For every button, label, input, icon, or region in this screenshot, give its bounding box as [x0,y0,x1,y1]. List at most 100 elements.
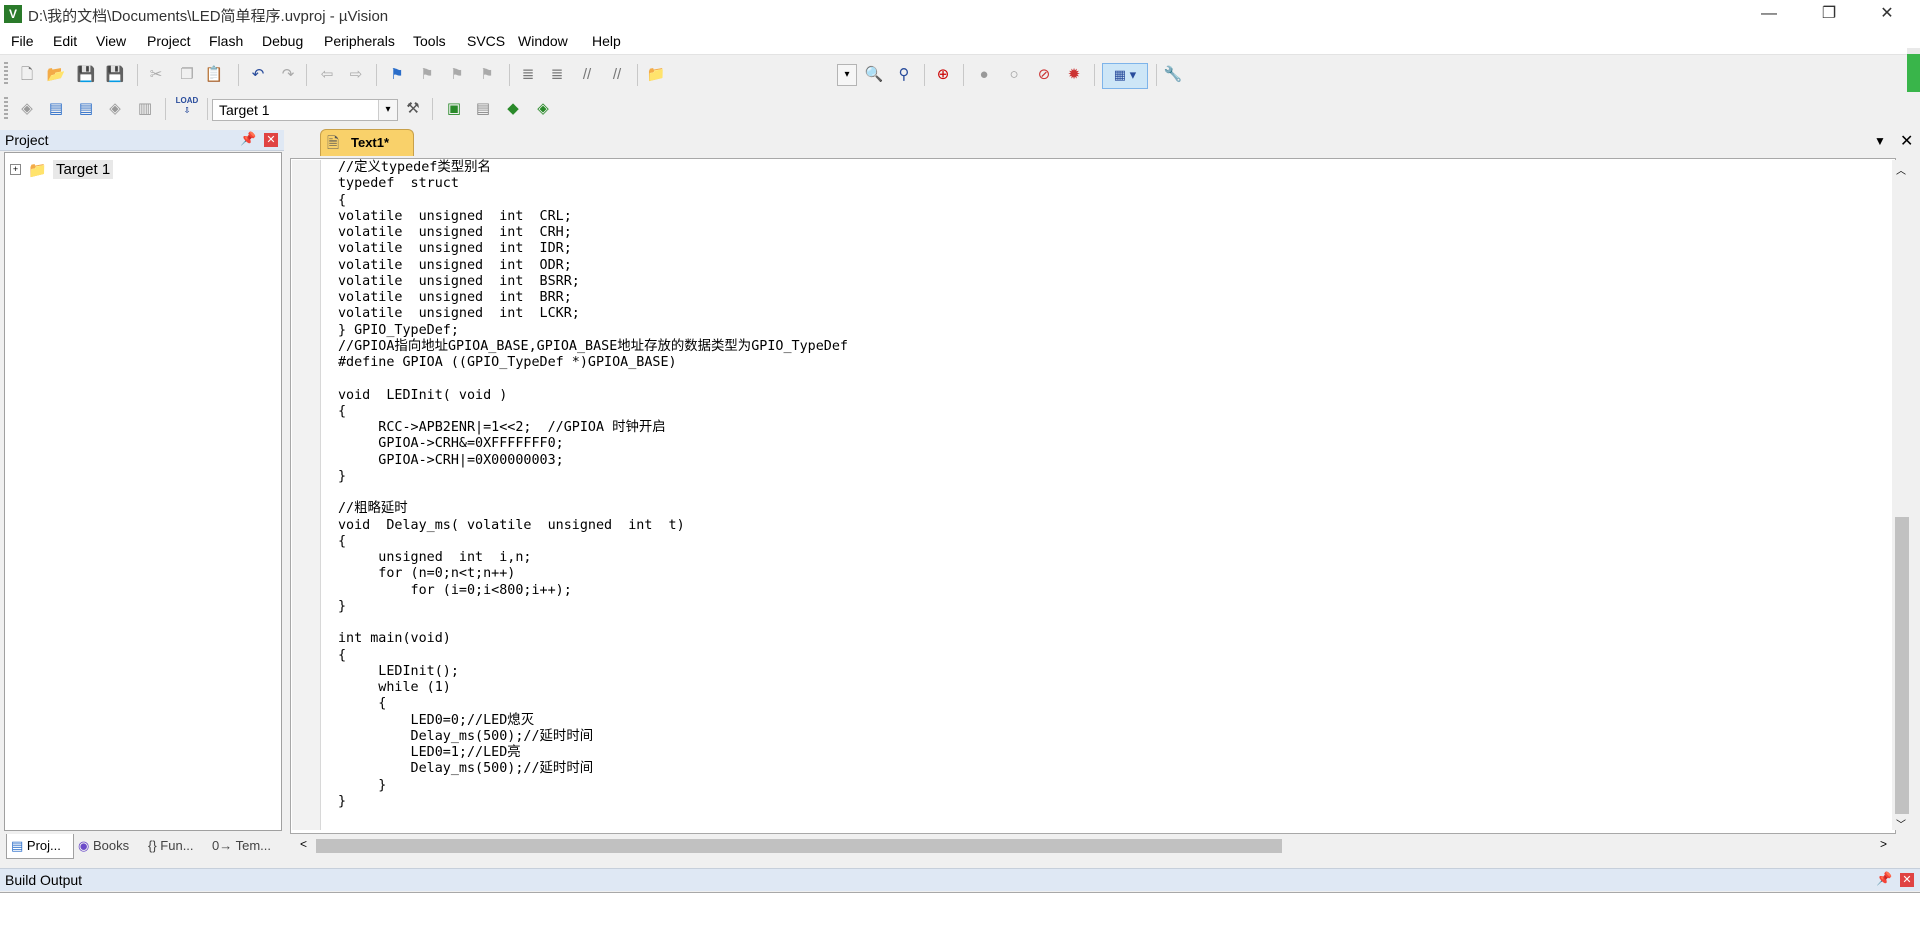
code-line[interactable]: { [338,696,848,712]
code-line[interactable]: void LEDInit( void ) [338,388,848,404]
close-editor-icon[interactable]: ✕ [1900,131,1913,151]
code-line[interactable] [338,615,848,631]
code-line[interactable]: while (1) [338,680,848,696]
start-debug-icon[interactable]: ⊕ [932,64,954,86]
code-line[interactable]: RCC->APB2ENR|=1<<2; //GPIOA 时钟开启 [338,420,848,436]
code-line[interactable]: { [338,404,848,420]
clear-bookmarks-icon[interactable]: ⚑ [476,64,498,86]
save-icon[interactable]: 💾 [75,64,97,86]
code-line[interactable]: for (n=0;n<t;n++) [338,566,848,582]
code-line[interactable]: } GPIO_TypeDef; [338,323,848,339]
download-load-button[interactable]: LOAD ⇩ [174,96,200,122]
code-line[interactable]: volatile unsigned int BRR; [338,290,848,306]
close-icon[interactable]: ✕ [1900,873,1914,887]
code-line[interactable]: LEDInit(); [338,664,848,680]
configure-icon[interactable]: 🔧 [1162,64,1184,86]
code-line[interactable]: volatile unsigned int IDR; [338,241,848,257]
horizontal-scroll-thumb[interactable] [316,839,1282,853]
next-bookmark-icon[interactable]: ⚑ [446,64,468,86]
code-line[interactable]: volatile unsigned int BSRR; [338,274,848,290]
menu-svcs[interactable]: SVCS [467,33,505,49]
tab-project[interactable]: ▤ Proj... [6,834,74,859]
menu-file[interactable]: File [11,33,34,49]
menu-debug[interactable]: Debug [262,33,303,49]
enable-breakpoint-icon[interactable]: ○ [1003,64,1025,86]
find-in-files-icon[interactable]: 📁 [645,64,667,86]
translate-icon[interactable]: ◈ [16,98,38,120]
code-line[interactable] [338,371,848,387]
code-line[interactable]: LED0=0;//LED熄灭 [338,713,848,729]
code-line[interactable]: volatile unsigned int LCKR; [338,306,848,322]
pin-icon[interactable]: 📌 [1876,871,1892,887]
code-line[interactable]: unsigned int i,n; [338,550,848,566]
code-line[interactable]: void Delay_ms( volatile unsigned int t) [338,518,848,534]
menu-edit[interactable]: Edit [53,33,77,49]
menu-window[interactable]: Window [518,33,568,49]
menu-flash[interactable]: Flash [209,33,243,49]
prev-bookmark-icon[interactable]: ⚑ [416,64,438,86]
scroll-right-icon[interactable]: > [1880,837,1887,851]
cut-icon[interactable]: ✂ [145,64,167,86]
bookmark-icon[interactable]: ⚑ [386,64,408,86]
target-select[interactable]: Target 1 ▾ [212,99,398,121]
insert-breakpoint-icon[interactable]: ● [973,64,995,86]
code-line[interactable]: Delay_ms(500);//延时时间 [338,729,848,745]
expand-icon[interactable]: + [10,164,21,175]
tab-list-chevron-down-icon[interactable]: ▼ [1874,134,1886,148]
target-options-icon[interactable]: ⚒ [402,98,424,120]
close-icon[interactable]: ✕ [264,133,278,147]
find-icon[interactable]: 🔍 [863,64,885,86]
nav-forward-icon[interactable]: ⇨ [345,64,367,86]
code-line[interactable]: } [338,469,848,485]
code-line[interactable]: typedef struct [338,176,848,192]
menu-help[interactable]: Help [592,33,621,49]
build-output-area[interactable] [0,892,1920,926]
minimize-button[interactable]: — [1746,0,1792,28]
find-combo-dropdown[interactable]: ▾ [837,64,857,86]
disable-breakpoints-icon[interactable]: ⊘ [1033,64,1055,86]
menu-project[interactable]: Project [147,33,191,49]
window-layout-icon[interactable]: ▦ ▾ [1102,63,1148,89]
open-file-icon[interactable]: 📂 [45,64,67,86]
close-window-button[interactable]: ✕ [1864,0,1910,28]
code-line[interactable]: //定义typedef类型别名 [338,160,848,176]
tab-books[interactable]: ◉ Books [74,834,142,858]
incremental-find-icon[interactable]: ⚲ [893,64,915,86]
code-line[interactable]: volatile unsigned int ODR; [338,258,848,274]
paste-icon[interactable]: 📋 [203,64,225,86]
code-line[interactable] [338,485,848,501]
tab-templates[interactable]: 0→ Tem... [208,834,280,858]
pin-icon[interactable]: 📌 [240,131,256,147]
chevron-down-icon[interactable]: ▾ [378,100,397,120]
code-line[interactable]: //粗略延时 [338,501,848,517]
menu-view[interactable]: View [96,33,126,49]
code-line[interactable]: } [338,794,848,810]
save-all-icon[interactable]: 💾 [104,64,126,86]
uncomment-icon[interactable]: // [606,64,628,86]
restore-button[interactable]: ❐ [1806,0,1852,28]
code-line[interactable]: volatile unsigned int CRH; [338,225,848,241]
code-text[interactable]: //定义typedef类型别名 typedef struct{volatile u… [338,160,848,810]
code-line[interactable]: for (i=0;i<800;i++); [338,583,848,599]
code-line[interactable]: LED0=1;//LED亮 [338,745,848,761]
copy-icon[interactable]: ❐ [176,64,198,86]
scroll-left-icon[interactable]: < [300,837,307,851]
code-line[interactable]: //GPIOA指向地址GPIOA_BASE,GPIOA_BASE地址存放的数据类… [338,339,848,355]
code-line[interactable]: #define GPIOA ((GPIO_TypeDef *)GPIOA_BAS… [338,355,848,371]
redo-icon[interactable]: ↷ [277,64,299,86]
indent-icon[interactable]: ≣ [517,64,539,86]
code-line[interactable]: Delay_ms(500);//延时时间 [338,761,848,777]
code-line[interactable]: { [338,193,848,209]
code-line[interactable]: } [338,778,848,794]
menu-peripherals[interactable]: Peripherals [324,33,395,49]
code-line[interactable]: { [338,534,848,550]
tab-text1[interactable]: 🗎 Text1* [320,129,414,156]
code-line[interactable]: volatile unsigned int CRL; [338,209,848,225]
menu-tools[interactable]: Tools [413,33,446,49]
comment-icon[interactable]: // [576,64,598,86]
scroll-up-icon[interactable]: ︿ [1896,162,1906,177]
build-icon[interactable]: ▤ [45,98,67,120]
select-packs-icon[interactable]: ▤ [472,98,494,120]
pack-installer-icon[interactable]: ◈ [532,98,554,120]
code-line[interactable]: GPIOA->CRH&=0XFFFFFFF0; [338,436,848,452]
